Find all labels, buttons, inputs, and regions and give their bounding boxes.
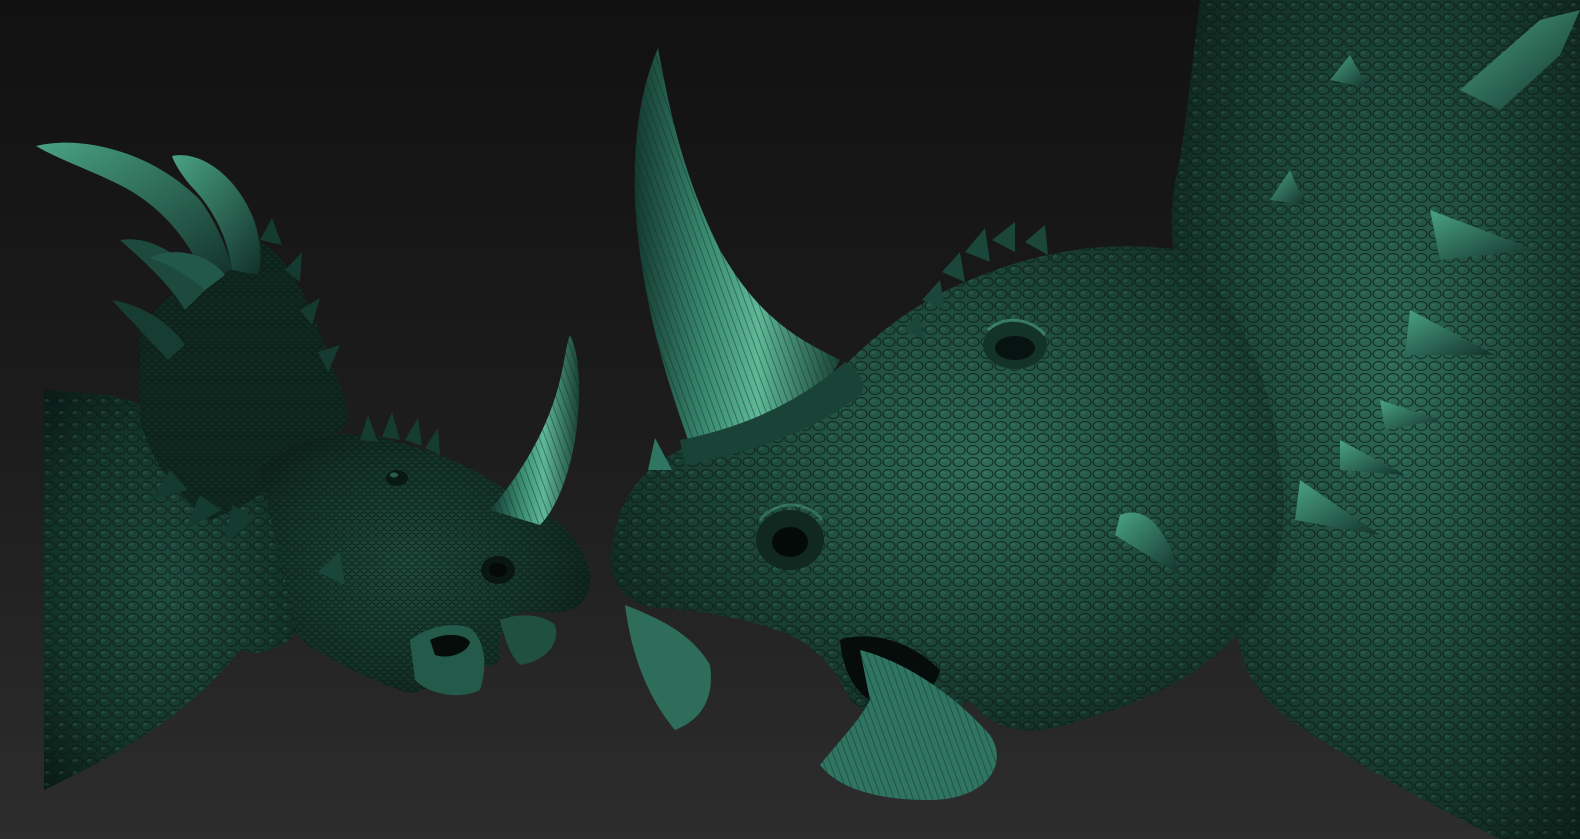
zbrush-viewport — [0, 0, 1580, 839]
left-eye — [386, 470, 408, 486]
sculpt-render — [0, 0, 1580, 839]
